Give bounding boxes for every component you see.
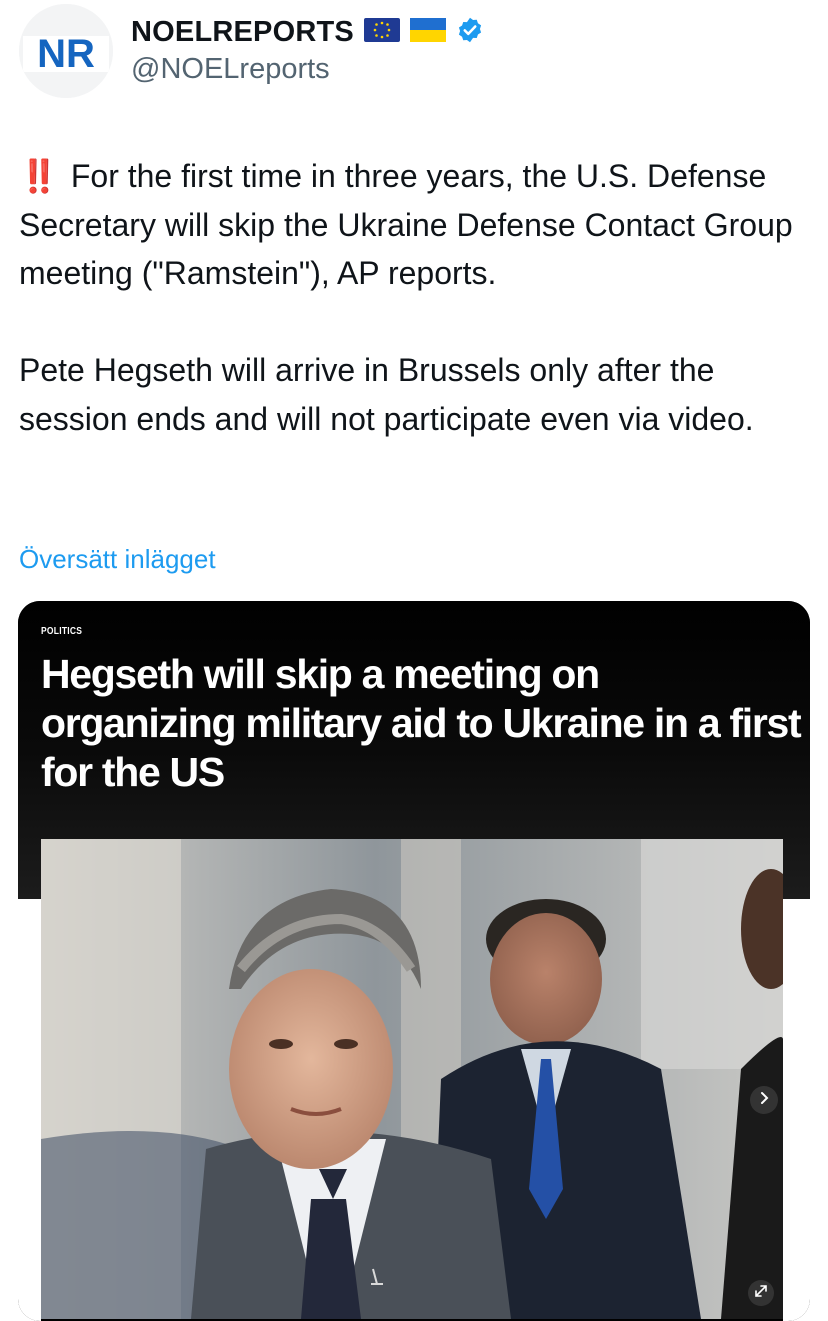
tweet-paragraph-1: ‼️ For the first time in three years, the… bbox=[19, 158, 793, 291]
avatar[interactable]: NR bbox=[19, 4, 113, 98]
next-media-button[interactable] bbox=[750, 1086, 778, 1114]
ukraine-flag-icon bbox=[409, 17, 446, 47]
expand-icon bbox=[754, 1284, 768, 1303]
tweet-text: ‼️ For the first time in three years, the… bbox=[19, 152, 819, 443]
double-exclamation-icon: ‼️ bbox=[19, 158, 59, 194]
expand-media-button[interactable] bbox=[748, 1280, 774, 1306]
svg-text:NR: NR bbox=[37, 32, 95, 76]
translate-post-link[interactable]: Översätt inlägget bbox=[19, 544, 216, 575]
article-headline: Hegseth will skip a meeting on organizin… bbox=[41, 651, 802, 795]
verified-badge-icon[interactable] bbox=[456, 16, 484, 49]
media-card[interactable]: POLITICS Hegseth will skip a meeting on … bbox=[18, 601, 810, 1321]
media-gutter-left bbox=[18, 899, 41, 1321]
media-gutter-right bbox=[783, 899, 810, 1321]
author-name-row: NOELREPORTS bbox=[131, 12, 484, 52]
eu-flag-icon bbox=[363, 17, 400, 47]
article-kicker: POLITICS bbox=[41, 626, 83, 637]
author-display-name[interactable]: NOELREPORTS bbox=[131, 16, 354, 49]
tweet-paragraph-2: Pete Hegseth will arrive in Brussels onl… bbox=[19, 352, 754, 437]
author-handle[interactable]: @NOELreports bbox=[131, 53, 330, 86]
chevron-right-icon bbox=[757, 1091, 771, 1110]
article-photo[interactable] bbox=[41, 839, 783, 1319]
nr-logo-icon: NR bbox=[19, 4, 113, 98]
